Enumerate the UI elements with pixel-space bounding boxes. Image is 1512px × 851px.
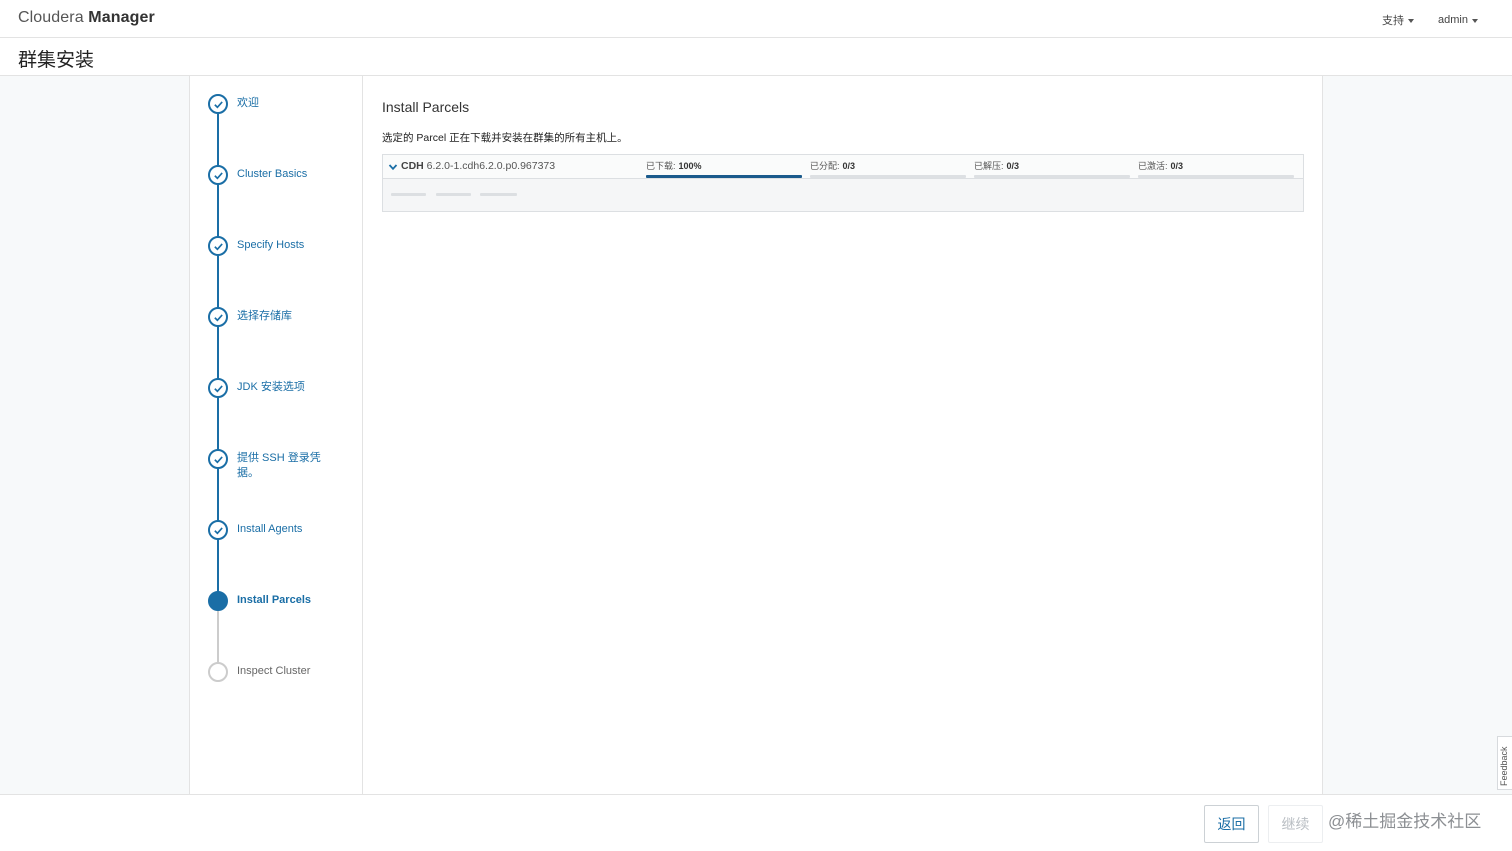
stage-distributed: 已分配: 0/3	[810, 159, 966, 178]
top-bar: Cloudera Manager 支持 admin	[0, 0, 1512, 38]
step-label: Cluster Basics	[237, 168, 308, 180]
right-gutter	[1322, 76, 1512, 794]
check-circle-icon	[208, 165, 228, 185]
check-circle-icon	[208, 520, 228, 540]
caret-down-icon	[1408, 18, 1415, 23]
stage-unpacked: 已解压: 0/3	[974, 159, 1130, 178]
support-menu-label: 支持	[1382, 15, 1405, 27]
step-install-agents[interactable]: Install Agents	[208, 520, 358, 540]
step-welcome[interactable]: 欢迎	[208, 94, 358, 114]
section-title: Install Parcels	[382, 99, 470, 115]
step-label: Specify Hosts	[237, 239, 305, 251]
parcel-version: 6.2.0-1.cdh6.2.0.p0.967373	[426, 160, 556, 172]
section-description: 选定的 Parcel 正在下载并安装在群集的所有主机上。	[382, 132, 628, 144]
check-circle-icon	[208, 378, 228, 398]
brand-name-bold: Manager	[88, 9, 155, 26]
step-inspect-cluster[interactable]: Inspect Cluster	[208, 662, 358, 682]
step-cluster-basics[interactable]: Cluster Basics	[208, 165, 358, 185]
stage-label: 已下载:	[646, 161, 676, 171]
step-ssh-credentials[interactable]: 提供 SSH 登录凭据。	[208, 449, 358, 481]
chevron-down-icon[interactable]	[388, 162, 398, 172]
footer-bar: 返回 继续 @稀土掘金技术社区	[0, 794, 1512, 851]
step-install-parcels[interactable]: Install Parcels	[208, 591, 358, 611]
check-circle-icon	[208, 94, 228, 114]
stage-value: 100%	[678, 161, 702, 171]
parcel-row[interactable]: CDH 6.2.0-1.cdh6.2.0.p0.967373 已下载: 100% …	[383, 155, 1303, 179]
main-content: Install Parcels 选定的 Parcel 正在下载并安装在群集的所有…	[363, 76, 1322, 794]
stage-value: 0/3	[1170, 161, 1184, 171]
check-circle-icon	[208, 307, 228, 327]
progress-bar	[646, 175, 802, 178]
stage-activated: 已激活: 0/3	[1138, 159, 1294, 178]
step-label: JDK 安装选项	[237, 381, 305, 393]
step-label: Inspect Cluster	[237, 665, 311, 677]
stage-label: 已激活:	[1138, 161, 1168, 171]
progress-bar	[974, 175, 1130, 178]
parcel-name: CDH 6.2.0-1.cdh6.2.0.p0.967373	[401, 160, 555, 172]
top-nav: 支持 admin	[1382, 12, 1478, 28]
loading-placeholder	[391, 193, 426, 196]
stage-label: 已解压:	[974, 161, 1004, 171]
stage-downloaded: 已下载: 100%	[646, 159, 802, 178]
step-specify-hosts[interactable]: Specify Hosts	[208, 236, 358, 256]
loading-placeholder	[436, 193, 471, 196]
loading-placeholder	[480, 193, 517, 196]
support-menu[interactable]: 支持	[1382, 12, 1415, 28]
empty-circle-icon	[208, 662, 228, 682]
check-circle-icon	[208, 236, 228, 256]
parcel-product: CDH	[401, 160, 424, 172]
watermark: @稀土掘金技术社区	[1328, 812, 1482, 831]
left-gutter	[0, 76, 190, 794]
step-jdk-options[interactable]: JDK 安装选项	[208, 378, 358, 398]
back-button[interactable]: 返回	[1204, 805, 1259, 843]
user-menu[interactable]: admin	[1438, 12, 1478, 28]
step-label: Install Agents	[237, 523, 303, 535]
step-label: Install Parcels	[237, 594, 311, 606]
title-bar: 群集安装	[0, 38, 1512, 76]
step-label: 选择存储库	[237, 310, 292, 322]
progress-bar	[810, 175, 966, 178]
progress-fill	[646, 175, 802, 178]
brand-logo[interactable]: Cloudera Manager	[18, 9, 155, 27]
page-title: 群集安装	[18, 50, 95, 71]
feedback-label: Feedback	[1499, 746, 1509, 786]
stage-label: 已分配:	[810, 161, 840, 171]
caret-down-icon	[1472, 18, 1478, 23]
continue-button[interactable]: 继续	[1268, 805, 1323, 843]
check-circle-icon	[208, 449, 228, 469]
step-connector-pending	[217, 609, 219, 665]
step-select-repository[interactable]: 选择存储库	[208, 307, 358, 327]
stage-value: 0/3	[1006, 161, 1020, 171]
wizard-steps: 欢迎 Cluster Basics Specify Hosts 选择存储库 JD…	[190, 76, 363, 794]
parcel-panel: CDH 6.2.0-1.cdh6.2.0.p0.967373 已下载: 100% …	[382, 154, 1304, 212]
feedback-tab[interactable]: Feedback	[1497, 736, 1512, 790]
stage-value: 0/3	[842, 161, 856, 171]
user-menu-label: admin	[1438, 14, 1468, 26]
step-label: 欢迎	[237, 97, 259, 109]
step-label: 提供 SSH 登录凭据。	[237, 452, 321, 479]
brand-name-light: Cloudera	[18, 9, 84, 26]
progress-bar	[1138, 175, 1294, 178]
current-step-dot-icon	[208, 591, 228, 611]
